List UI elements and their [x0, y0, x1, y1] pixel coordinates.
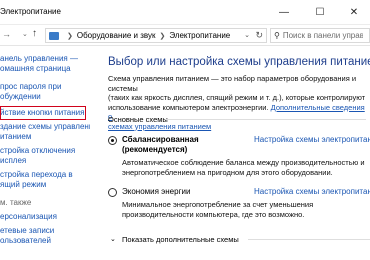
address-bar: → ⌄ ↑ ❯ Оборудование и звук ❯ Электропит…	[0, 24, 370, 46]
breadcrumb-item-hardware[interactable]: Оборудование и звук	[77, 31, 156, 40]
section-label: Основные схемы	[108, 115, 168, 124]
main-content: Выбор или настройка схемы управления пит…	[96, 46, 370, 260]
highlight-frame	[0, 106, 86, 120]
sidebar-link-display-off[interactable]: стройка отключения	[0, 146, 75, 156]
sidebar-link-password-2[interactable]: обуждении	[0, 92, 41, 102]
description-text: использование компьютером электроэнергии…	[108, 102, 269, 112]
sidebar-link-home[interactable]: анель управления —	[0, 54, 78, 64]
sidebar-link-personalization[interactable]: ерсонализация	[0, 212, 57, 222]
breadcrumb-separator-icon: ❯	[67, 32, 73, 40]
plan-balanced-desc: Автоматическое соблюдение баланса между …	[122, 158, 365, 167]
search-input[interactable]	[282, 31, 363, 40]
plan-balanced-name[interactable]: Сбалансированная	[122, 135, 199, 145]
plan-saver-name[interactable]: Экономия энергии	[122, 187, 190, 197]
plan-saver-desc: Минимальное энергопотребление за счет ум…	[122, 200, 314, 209]
sidebar-link-password[interactable]: прос пароля при	[0, 82, 61, 92]
chevron-down-icon: ⌄	[110, 236, 116, 243]
plan-balanced-name-2[interactable]: (рекомендуется)	[122, 145, 187, 155]
sidebar-link-sleep-2[interactable]: ящий режим	[0, 180, 46, 190]
see-also-label: м. также	[0, 198, 32, 207]
sidebar-link-user-accounts[interactable]: етевые записи	[0, 226, 54, 236]
breadcrumb-separator-icon: ❯	[159, 32, 166, 40]
window-title: Электропитание	[0, 7, 61, 16]
forward-arrow-icon[interactable]: →	[2, 29, 11, 39]
search-icon: ⚲	[274, 31, 280, 40]
maximize-button[interactable]: ☐	[302, 0, 338, 24]
sidebar-link-display-off-2[interactable]: исплея	[0, 156, 26, 166]
sidebar-link-user-accounts-2[interactable]: ользователей	[0, 236, 51, 246]
control-panel-icon	[49, 31, 59, 40]
plan-balanced-desc-2: энергопотреблением на пригодном для этог…	[122, 167, 333, 177]
up-arrow-icon[interactable]: ↑	[32, 28, 37, 39]
close-button[interactable]: ✕	[338, 0, 370, 24]
title-bar: Электропитание — ☐ ✕	[0, 0, 370, 24]
plan-balanced-settings-link[interactable]: Настройка схемы электропитания	[254, 135, 370, 144]
plan-balanced-radio[interactable]	[108, 136, 117, 145]
page-title: Выбор или настройка схемы управления пит…	[108, 56, 370, 68]
section-divider	[248, 239, 370, 240]
refresh-icon[interactable]: ↻	[255, 30, 263, 41]
sidebar: анель управления — омашняя страница прос…	[0, 46, 90, 260]
plan-saver-settings-link[interactable]: Настройка схемы электропитания	[254, 187, 370, 196]
show-more-plans[interactable]: ⌄ Показать дополнительные схемы	[108, 235, 370, 244]
sidebar-link-create-plan[interactable]: здание схемы управления	[0, 122, 90, 132]
breadcrumb[interactable]: ❯ Оборудование и звук ❯ Электропитание ⌄…	[45, 28, 267, 43]
sidebar-link-home-2[interactable]: омашняя страница	[0, 64, 71, 74]
show-more-label[interactable]: Показать дополнительные схемы	[122, 235, 239, 244]
section-divider	[166, 119, 366, 120]
recent-chevron-icon[interactable]: ⌄	[22, 30, 28, 38]
sidebar-link-sleep[interactable]: стройка перехода в	[0, 170, 73, 180]
sidebar-link-create-plan-2[interactable]: итанием	[0, 132, 31, 142]
plan-saver-desc-2: производительности компьютера, где это в…	[122, 209, 305, 219]
search-box[interactable]: ⚲	[270, 28, 370, 43]
section-header: Основные схемы	[108, 115, 370, 124]
breadcrumb-item-power[interactable]: Электропитание	[169, 31, 230, 40]
plan-saver-radio[interactable]	[108, 188, 117, 197]
description-line: (таких как яркость дисплея, спящий режим…	[108, 93, 366, 102]
chevron-down-icon[interactable]: ⌄	[244, 31, 250, 39]
description-line: Схема управления питанием — это набор па…	[108, 74, 357, 93]
minimize-button[interactable]: —	[266, 0, 302, 24]
